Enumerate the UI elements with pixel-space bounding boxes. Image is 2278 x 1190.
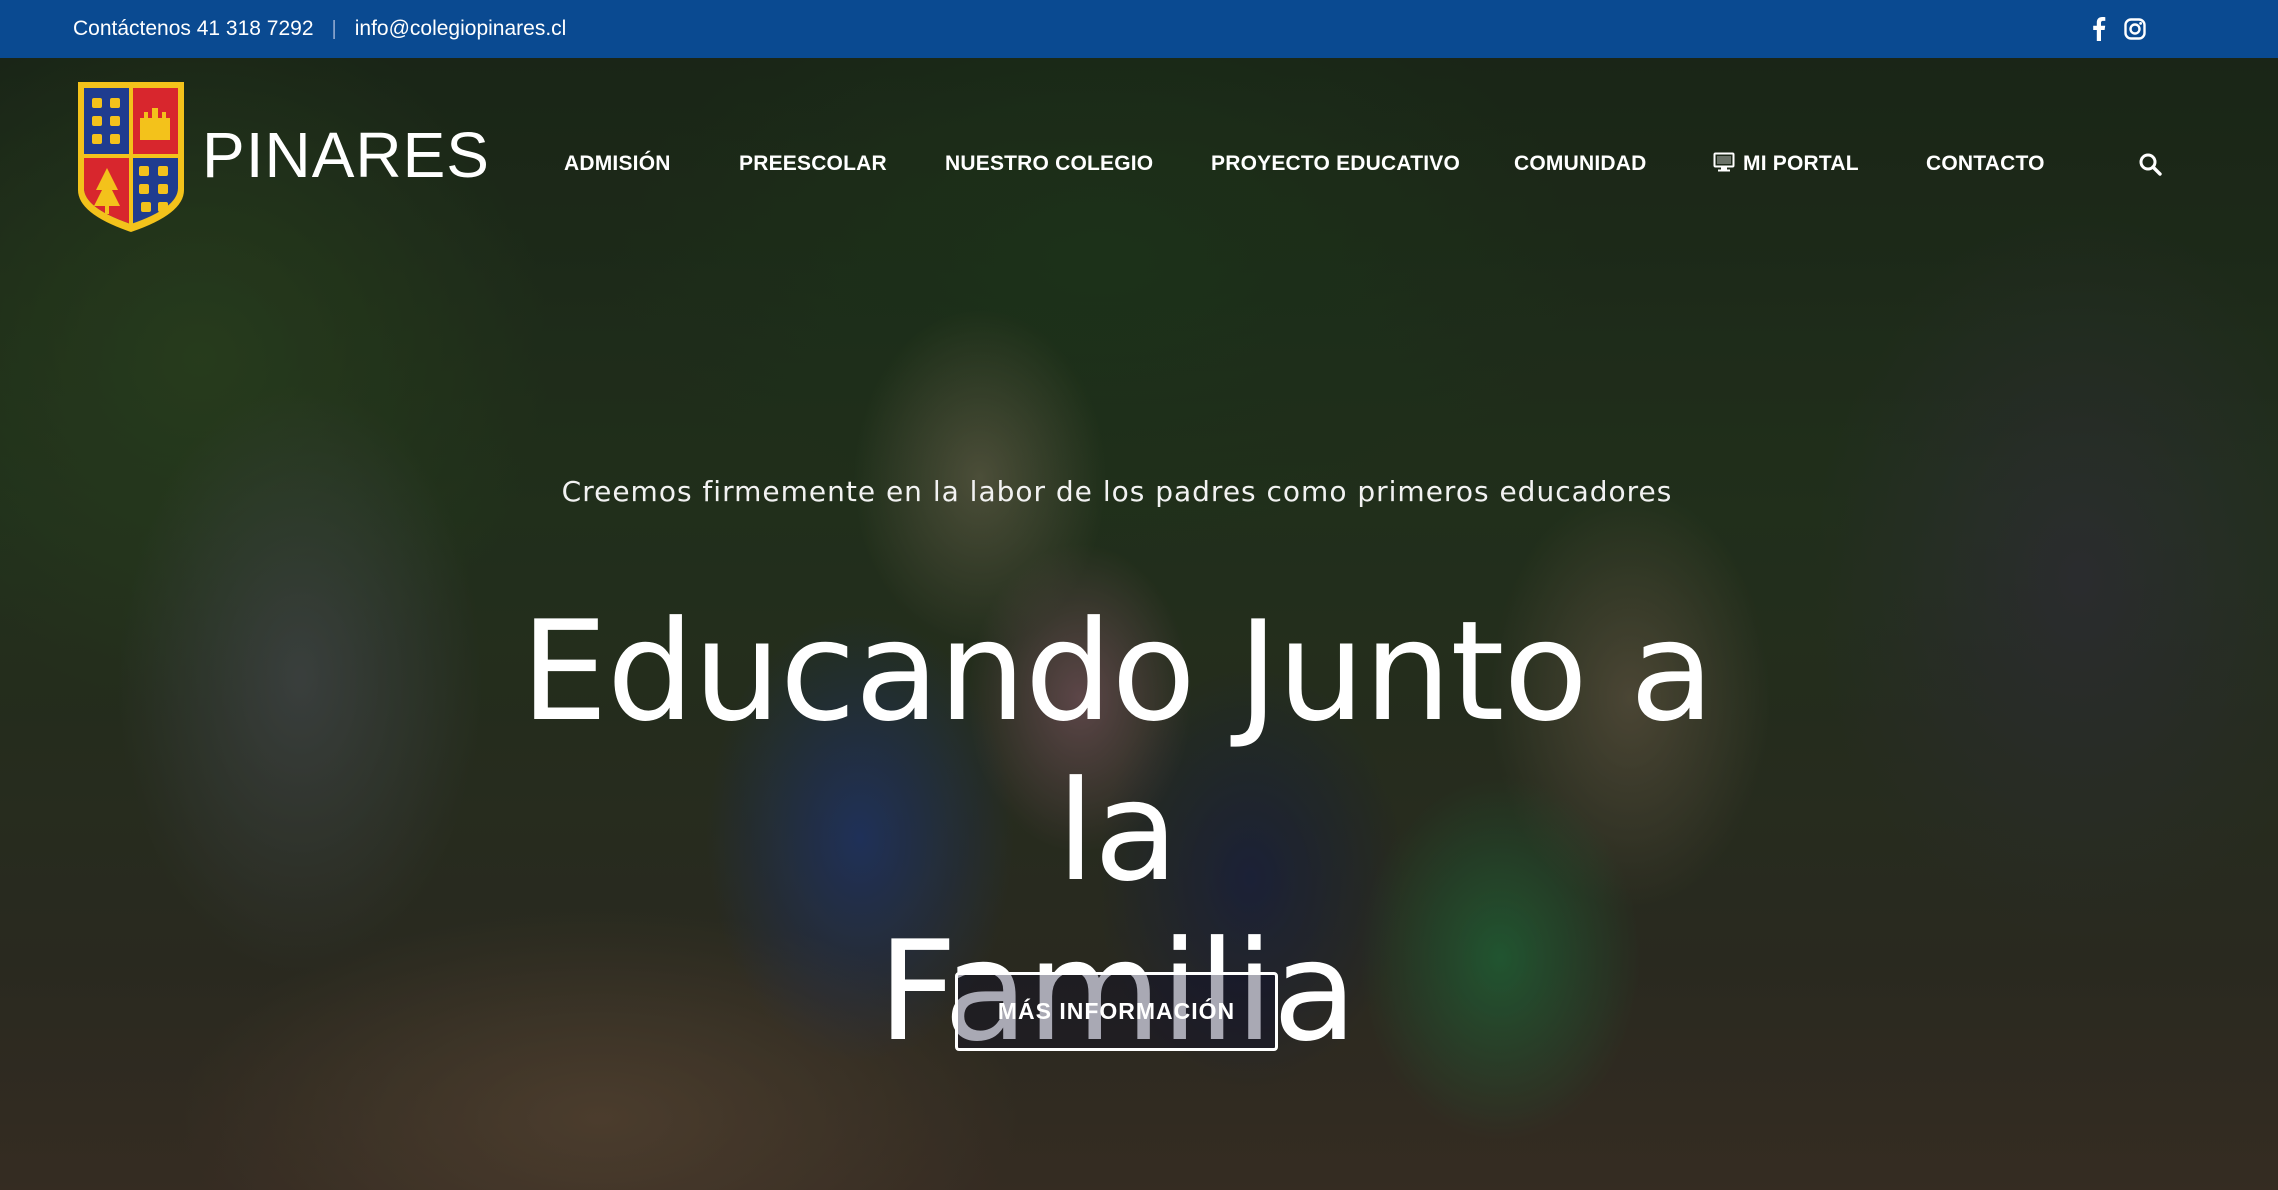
nav-item-admision[interactable]: ADMISIÓN bbox=[564, 144, 671, 184]
nav-item-nuestro-colegio[interactable]: NUESTRO COLEGIO bbox=[945, 144, 1153, 184]
top-contact-bar: Contáctenos 41 318 7292 | info@colegiopi… bbox=[0, 0, 2278, 58]
phone-link[interactable]: Contáctenos 41 318 7292 bbox=[73, 17, 314, 41]
nav-item-mi-portal-label: MI PORTAL bbox=[1743, 152, 1859, 175]
main-navigation: ADMISIÓN PREESCOLAR NUESTRO COLEGIO PROY… bbox=[0, 144, 2278, 184]
hero-headline-line-1: Educando Junto a la bbox=[520, 591, 1715, 912]
monitor-icon bbox=[1713, 152, 1735, 172]
hero-tagline: Creemos firmemente en la labor de los pa… bbox=[561, 475, 1673, 508]
nav-item-comunidad[interactable]: COMUNIDAD bbox=[1514, 144, 1646, 184]
site-header: PINARES ADMISIÓN PREESCOLAR NUESTRO COLE… bbox=[0, 58, 2278, 248]
nav-item-contacto[interactable]: CONTACTO bbox=[1926, 144, 2045, 184]
social-links bbox=[2092, 0, 2146, 58]
nav-item-proyecto-educativo[interactable]: PROYECTO EDUCATIVO bbox=[1211, 144, 1460, 184]
search-icon[interactable] bbox=[2138, 152, 2162, 181]
nav-item-preescolar[interactable]: PREESCOLAR bbox=[739, 144, 887, 184]
instagram-icon[interactable] bbox=[2124, 18, 2146, 40]
contact-info: Contáctenos 41 318 7292 | info@colegiopi… bbox=[73, 0, 566, 58]
nav-item-mi-portal[interactable]: MI PORTAL bbox=[1713, 144, 1859, 184]
more-info-button[interactable]: MÁS INFORMACIÓN bbox=[955, 972, 1278, 1051]
facebook-icon[interactable] bbox=[2092, 17, 2106, 41]
separator: | bbox=[331, 17, 337, 40]
email-link[interactable]: info@colegiopinares.cl bbox=[355, 17, 567, 41]
